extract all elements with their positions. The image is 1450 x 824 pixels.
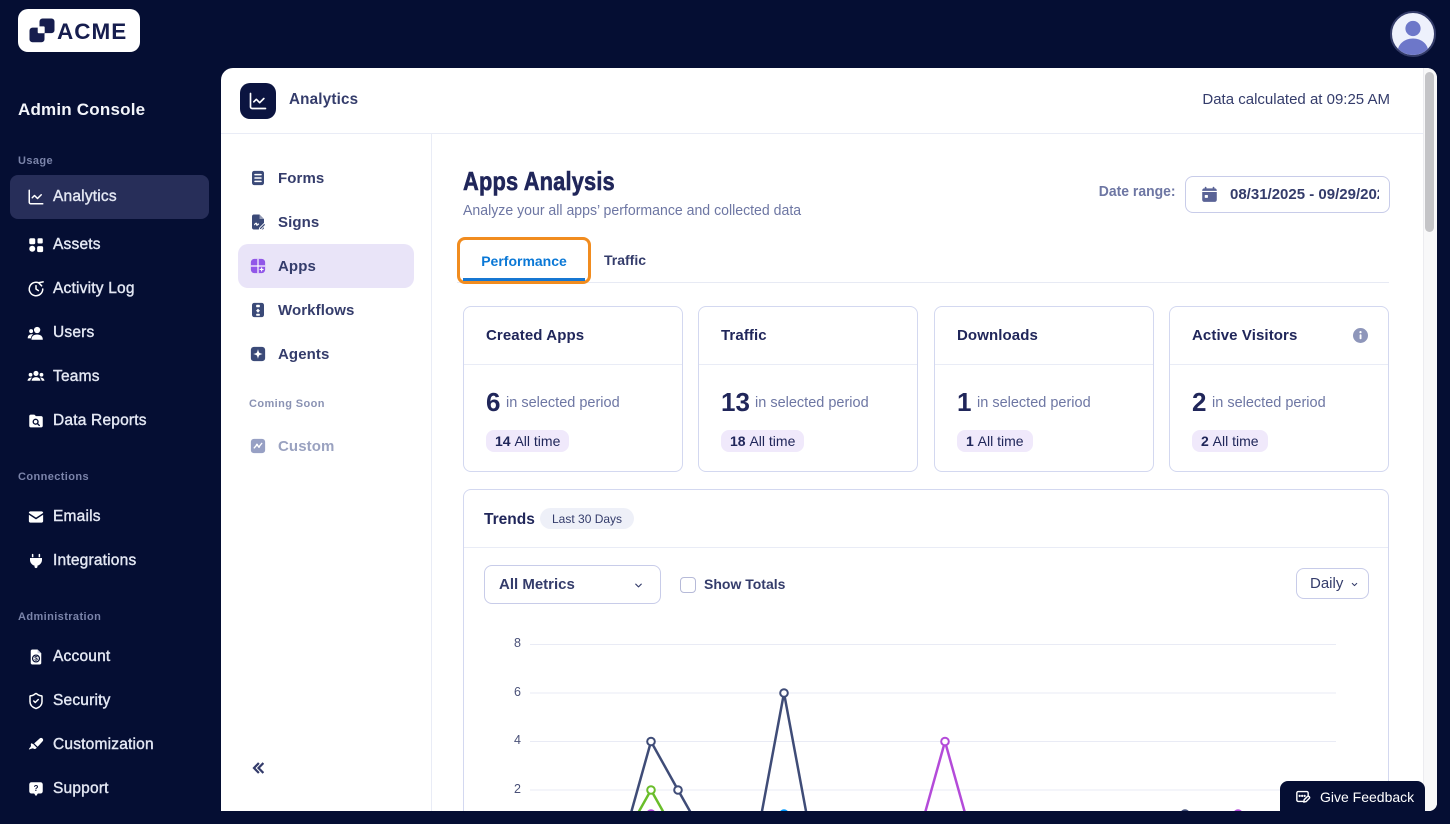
svg-text:$: $ [34,656,38,663]
svg-text:?: ? [34,784,39,793]
